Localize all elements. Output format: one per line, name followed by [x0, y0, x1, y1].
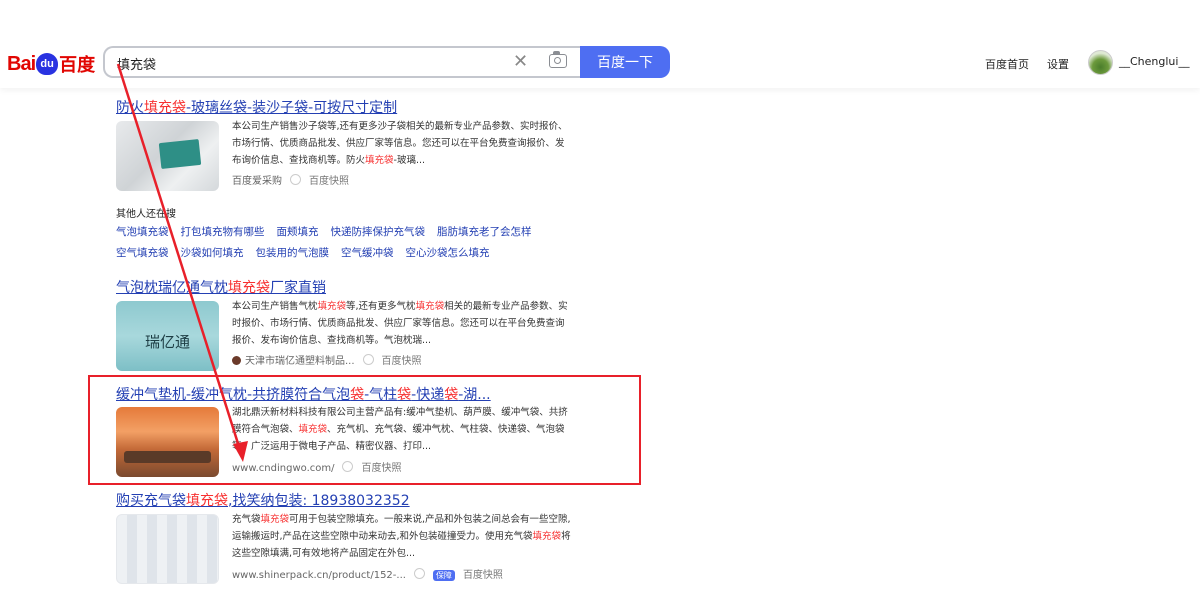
- annotation-arrow: [116, 63, 248, 462]
- arrow-head: [233, 441, 248, 462]
- arrow-line: [116, 63, 243, 454]
